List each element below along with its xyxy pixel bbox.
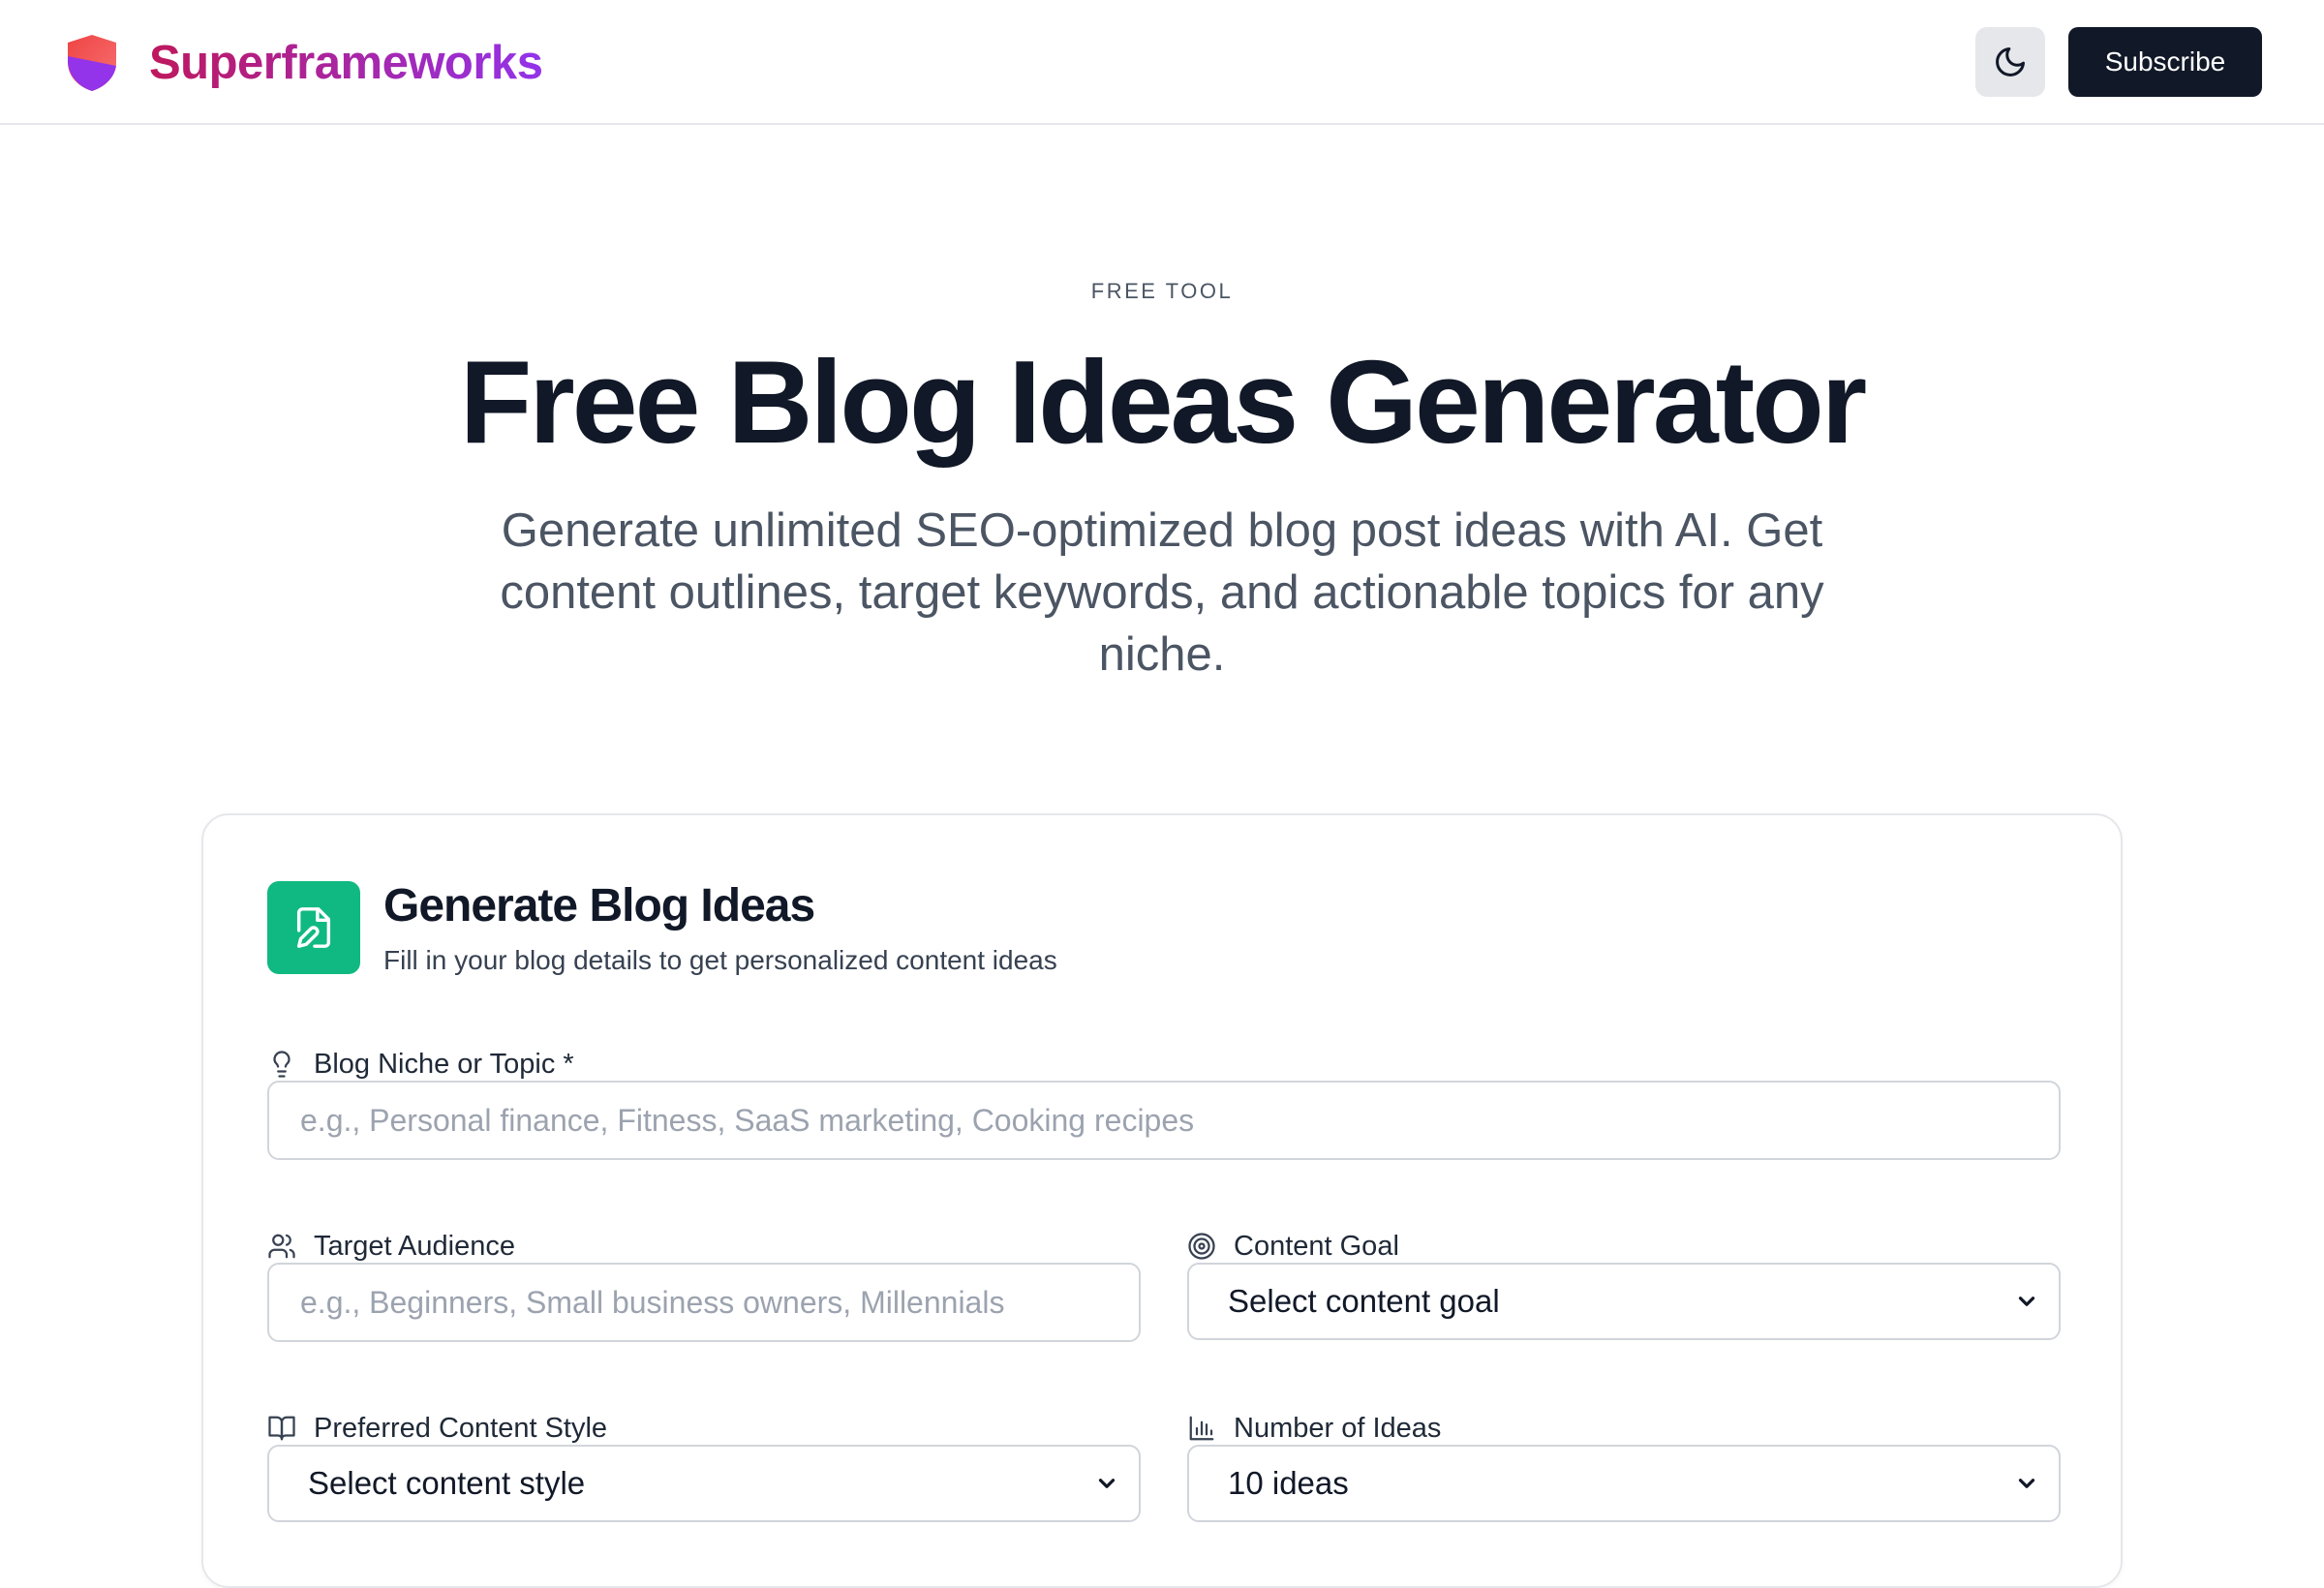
hero-eyebrow: FREE TOOL xyxy=(1090,279,1234,303)
moon-icon xyxy=(1996,47,2025,76)
top-navigation-bar: Superframeworks Subscribe xyxy=(0,0,2324,125)
blog-ideas-form-card: Generate Blog Ideas Fill in your blog de… xyxy=(201,813,2123,1588)
content-style-select[interactable]: Select content style xyxy=(267,1445,1141,1522)
chevron-down-icon xyxy=(1098,1479,1116,1488)
brand-link[interactable]: Superframeworks xyxy=(64,33,543,93)
page-title: Free Blog Ideas Generator xyxy=(459,336,1867,468)
shield-logo-icon xyxy=(68,35,116,91)
form-subtitle: Fill in your blog details to get persona… xyxy=(383,945,1057,975)
count-label: Number of Ideas xyxy=(1187,1409,1441,1448)
count-label-text: Number of Ideas xyxy=(1234,1412,1442,1444)
style-label: Preferred Content Style xyxy=(267,1409,607,1448)
idea-count-select[interactable]: 10 ideas xyxy=(1187,1445,2061,1522)
niche-input[interactable] xyxy=(267,1081,2061,1160)
audience-label-text: Target Audience xyxy=(314,1230,515,1262)
niche-label: Blog Niche or Topic * xyxy=(267,1045,574,1084)
content-style-value: Select content style xyxy=(308,1465,586,1501)
chevron-down-icon xyxy=(2018,1297,2035,1306)
card-icon-badge xyxy=(267,881,360,974)
audience-label: Target Audience xyxy=(267,1227,515,1266)
subscribe-button[interactable]: Subscribe xyxy=(2068,27,2262,97)
chevron-down-icon xyxy=(2018,1479,2035,1488)
theme-toggle-button[interactable] xyxy=(1975,27,2045,97)
lightbulb-icon xyxy=(267,1050,296,1079)
bar-chart-icon xyxy=(1187,1414,1216,1443)
book-open-icon xyxy=(267,1414,296,1443)
audience-input[interactable] xyxy=(267,1263,1141,1342)
idea-count-value: 10 ideas xyxy=(1228,1465,1349,1501)
goal-label: Content Goal xyxy=(1187,1227,1399,1266)
niche-label-text: Blog Niche or Topic * xyxy=(314,1048,574,1080)
content-goal-select[interactable]: Select content goal xyxy=(1187,1263,2061,1340)
brand-name: Superframeworks xyxy=(149,37,543,89)
target-icon xyxy=(1187,1232,1216,1261)
goal-label-text: Content Goal xyxy=(1234,1230,1399,1262)
form-title: Generate Blog Ideas xyxy=(383,880,815,931)
hero-subtitle: Generate unlimited SEO-optimized blog po… xyxy=(500,504,1824,681)
file-edit-icon xyxy=(296,907,331,948)
content-goal-value: Select content goal xyxy=(1228,1283,1500,1319)
style-label-text: Preferred Content Style xyxy=(314,1412,608,1444)
users-icon xyxy=(267,1232,296,1261)
